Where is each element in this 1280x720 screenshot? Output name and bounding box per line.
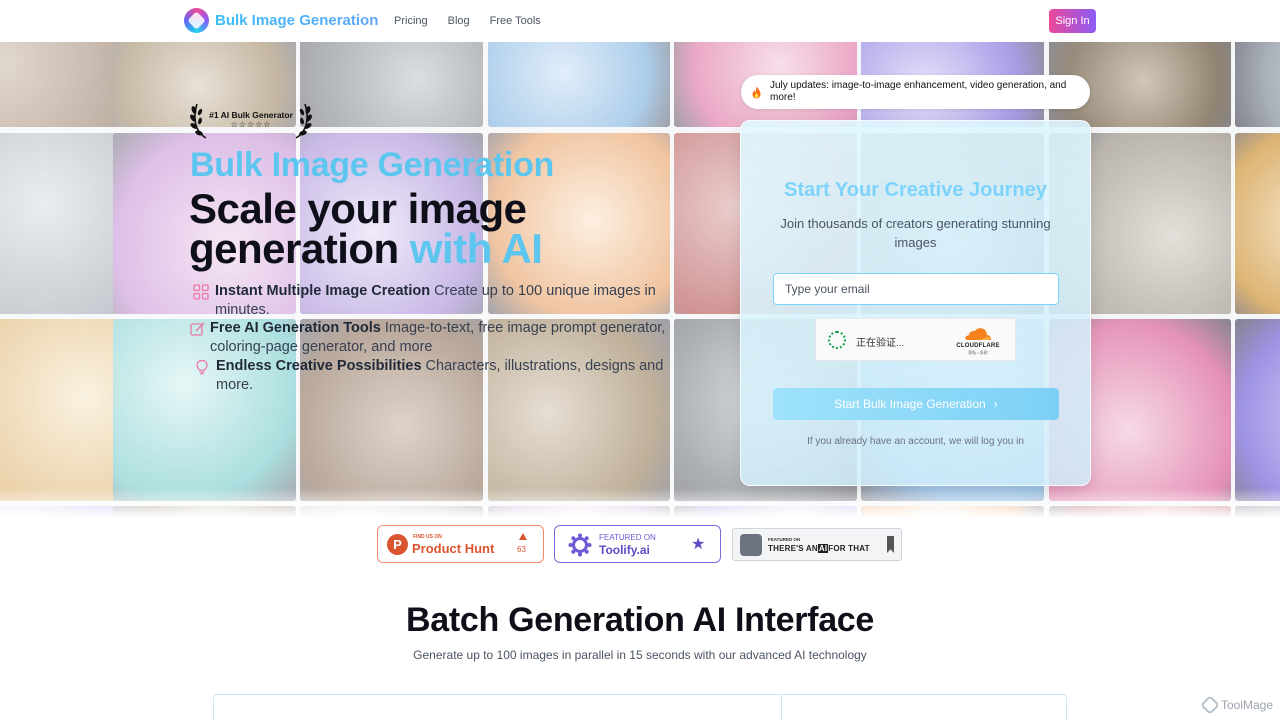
frame-divider [781, 695, 782, 720]
signup-subtitle: Join thousands of creators generating st… [780, 216, 1051, 250]
product-hunt-small-label: FIND US ON [413, 534, 442, 540]
upvote-count: 63 [517, 545, 526, 554]
theres-an-ai-post: FOR THAT [828, 544, 870, 553]
brand-logo-icon [184, 8, 209, 33]
product-hunt-name: Product Hunt [412, 541, 495, 556]
captcha-status: 正在验证... [856, 338, 905, 349]
sign-in-button[interactable]: Sign In [1049, 9, 1096, 33]
cloudflare-name: CLOUDFLARE [956, 343, 1000, 349]
laurel-left-icon [190, 103, 207, 139]
cloudflare-cloud-icon [965, 328, 991, 340]
theres-an-ai-small-label: FEATURED ON [768, 537, 801, 542]
star-icon: ★ [691, 536, 706, 553]
email-input[interactable] [773, 273, 1059, 305]
award-title: #1 AI Bulk Generator [209, 109, 293, 120]
feature-title: Instant Multiple Image Creation [215, 283, 431, 299]
updates-text: July updates: image-to-image enhancement… [770, 80, 1067, 103]
chevron-right-icon: › [993, 397, 998, 411]
nav-item-pricing[interactable]: Pricing [394, 15, 428, 27]
theres-an-ai-name: THERE'S ANAIFOR THAT [768, 544, 870, 553]
toolmage-watermark: ToolMage [1200, 695, 1274, 715]
product-hunt-logo-icon: P [387, 534, 408, 555]
section-title: Batch Generation AI Interface [405, 601, 875, 639]
toolify-name: Toolify.ai [599, 543, 650, 557]
laurel-right-icon [295, 103, 312, 139]
watermark-text: ToolMage [1221, 698, 1274, 712]
theres-an-ai-box: AI [817, 544, 829, 553]
hero-heading-line2: generation with AI [189, 225, 543, 273]
loading-spinner-icon [828, 331, 846, 349]
feature-creative-possibilities: Endless Creative Possibilities Character… [196, 357, 696, 395]
bookmark-icon [887, 536, 894, 553]
toolify-small-label: FEATURED ON [599, 533, 656, 542]
brand-link[interactable]: Bulk Image Generation [184, 8, 378, 33]
nav-item-blog[interactable]: Blog [448, 15, 470, 27]
toolify-badge[interactable]: FEATURED ON Toolify.ai ★ [554, 525, 721, 563]
edit-icon [190, 322, 205, 336]
award-text: #1 AI Bulk Generator ☆☆☆☆☆ [209, 111, 293, 130]
section-subtitle: Generate up to 100 images in parallel in… [413, 648, 867, 662]
login-note: If you already have an account, we will … [807, 436, 1024, 447]
feature-free-tools: Free AI Generation Tools Image-to-text, … [190, 319, 680, 357]
feature-title: Endless Creative Possibilities [216, 358, 422, 374]
top-navbar: Bulk Image Generation Pricing Blog Free … [0, 0, 1280, 42]
interface-preview-frame [213, 694, 1067, 720]
upvote-triangle-icon [519, 533, 527, 540]
start-generation-label: Start Bulk Image Generation [834, 397, 986, 411]
grid-icon [193, 284, 209, 300]
lightbulb-icon [196, 359, 208, 375]
feature-multiple-images: Instant Multiple Image Creation Create u… [193, 282, 685, 320]
hero-heading-ai: with AI [409, 225, 543, 272]
feature-title: Free AI Generation Tools [210, 320, 381, 336]
fire-icon [752, 86, 761, 98]
award-stars: ☆☆☆☆☆ [230, 120, 272, 130]
nav-item-free-tools[interactable]: Free Tools [490, 15, 541, 27]
theres-an-ai-badge[interactable]: FEATURED ON THERE'S ANAIFOR THAT [732, 528, 902, 561]
toolmage-logo-icon [1200, 695, 1220, 715]
main-nav: Pricing Blog Free Tools [394, 15, 541, 27]
cloudflare-links[interactable]: 隐私 • 条款 [951, 350, 1005, 356]
flexed-arm-icon [740, 534, 762, 556]
start-generation-button[interactable]: Start Bulk Image Generation › [773, 388, 1059, 420]
cloudflare-logo: CLOUDFLARE 隐私 • 条款 [951, 327, 1005, 355]
signup-title: Start Your Creative Journey [784, 179, 1047, 201]
cloudflare-captcha[interactable]: 正在验证... CLOUDFLARE 隐私 • 条款 [815, 318, 1016, 361]
hero-accent-heading: Bulk Image Generation [190, 146, 555, 184]
updates-banner[interactable]: July updates: image-to-image enhancement… [741, 75, 1090, 109]
signup-card: Start Your Creative Journey Join thousan… [740, 120, 1091, 486]
product-hunt-badge[interactable]: P FIND US ON Product Hunt 63 [377, 525, 544, 563]
award-badge: #1 AI Bulk Generator ☆☆☆☆☆ [190, 100, 312, 140]
page: Bulk Image Generation Pricing Blog Free … [0, 0, 1280, 720]
theres-an-ai-pre: THERE'S AN [768, 544, 818, 553]
brand-name: Bulk Image Generation [215, 12, 379, 29]
toolify-logo-icon [568, 533, 592, 557]
hero-heading-generation: generation [189, 225, 399, 272]
hero-bottom-fade [0, 488, 1280, 518]
